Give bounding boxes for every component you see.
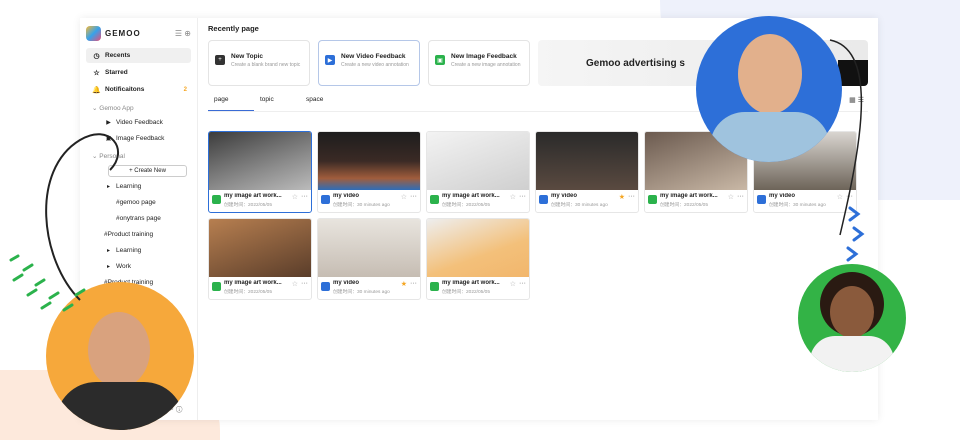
file-date: 创建时间：2022/05/05 — [442, 290, 490, 295]
create-card-new-topic[interactable]: + New Topic Create a blank brand new topic — [208, 40, 310, 86]
nav-label: Notificaitons — [105, 86, 145, 93]
card-title: New Video Feedback — [341, 53, 406, 60]
tab-page[interactable]: page — [208, 96, 254, 111]
file-name: my video — [769, 193, 796, 199]
star-icon[interactable]: ☆ — [728, 193, 734, 201]
file-name: my video — [551, 193, 578, 199]
nav-item-recents[interactable]: ◷ Recents — [86, 48, 191, 63]
nav-item-notificaitons[interactable]: 🔔 Notificaitons 2 — [86, 82, 191, 97]
file-date: 创建时间：2022/05/05 — [224, 290, 272, 295]
image-icon — [212, 195, 221, 204]
file-date: 创建时间：2022/05/05 — [224, 203, 272, 208]
file-thumbnail[interactable] — [318, 219, 420, 277]
tab-topic[interactable]: topic — [254, 96, 300, 111]
file-thumbnail[interactable] — [427, 219, 529, 277]
file-card[interactable]: my image art work... 创建时间：2022/05/05 ☆ ··· — [208, 218, 312, 300]
file-card[interactable]: my video 创建时间：30 minutes ago ☆ ··· — [317, 131, 421, 213]
more-icon[interactable]: ··· — [410, 193, 417, 200]
file-name: my image art work... — [442, 193, 500, 199]
image-icon — [212, 282, 221, 291]
image-icon — [648, 195, 657, 204]
more-icon[interactable]: ··· — [301, 280, 308, 287]
star-icon[interactable]: ☆ — [401, 193, 407, 201]
file-date: 创建时间：2022/05/05 — [660, 203, 708, 208]
file-name: my image art work... — [224, 280, 282, 286]
nav-label: Starred — [105, 69, 128, 76]
logo-text: GEMOO — [105, 28, 141, 38]
file-card[interactable]: my image art work... 创建时间：2022/05/05 ☆ ··· — [426, 131, 530, 213]
more-icon[interactable]: ··· — [519, 193, 526, 200]
file-name: my image art work... — [442, 280, 500, 286]
card-description: Create a new video annotation — [341, 62, 409, 68]
add-circle-icon[interactable]: ⊕ — [184, 29, 191, 38]
ad-text: Gemoo advertising s — [586, 58, 685, 69]
plus-icon: + — [215, 55, 225, 65]
more-icon[interactable]: ··· — [410, 280, 417, 287]
card-title: New Topic — [231, 53, 264, 60]
star-icon[interactable]: ★ — [401, 280, 407, 288]
more-icon[interactable]: ··· — [628, 193, 635, 200]
file-card[interactable]: my video 创建时间：30 minutes ago ★ ··· — [535, 131, 639, 213]
more-icon[interactable]: ··· — [519, 280, 526, 287]
card-description: Create a new image annotation — [451, 62, 521, 68]
menu-icon[interactable]: ☰ — [175, 29, 182, 38]
logo-row: GEMOO ☰ ⊕ — [86, 24, 191, 42]
file-name: my image art work... — [660, 193, 718, 199]
video-icon: ▶ — [325, 55, 335, 65]
file-thumbnail[interactable] — [209, 132, 311, 190]
file-date: 创建时间：30 minutes ago — [769, 203, 826, 208]
star-icon[interactable]: ★ — [619, 193, 625, 201]
decorative-curve — [829, 39, 863, 236]
file-name: my image art work... — [224, 193, 282, 199]
file-date: 创建时间：30 minutes ago — [333, 203, 390, 208]
star-icon[interactable]: ☆ — [510, 193, 516, 201]
file-card[interactable]: my image art work... 创建时间：2022/05/05 ☆ ··· — [208, 131, 312, 213]
create-card-new-video-feedback[interactable]: ▶ New Video Feedback Create a new video an… — [318, 40, 420, 86]
card-description: Create a blank brand new topic — [231, 62, 301, 68]
video-icon — [321, 195, 330, 204]
create-card-new-image-feedback[interactable]: ▣ New Image Feedback Create a new image an… — [428, 40, 530, 86]
file-name: my video — [333, 280, 360, 286]
card-title: New Image Feedback — [451, 53, 517, 60]
star-icon[interactable]: ☆ — [292, 193, 298, 201]
star-icon[interactable]: ☆ — [292, 280, 298, 288]
file-thumbnail[interactable] — [536, 132, 638, 190]
image-icon: ▣ — [435, 55, 445, 65]
star-icon: ☆ — [93, 69, 100, 77]
file-thumbnail[interactable] — [427, 132, 529, 190]
image-icon — [430, 195, 439, 204]
file-name: my video — [333, 193, 360, 199]
video-icon — [539, 195, 548, 204]
decorative-dashes — [9, 254, 86, 312]
nav-label: Recents — [105, 52, 131, 59]
video-icon — [757, 195, 766, 204]
tab-space[interactable]: space — [300, 96, 346, 111]
video-icon — [321, 282, 330, 291]
image-icon — [430, 282, 439, 291]
gemoo-logo-icon — [86, 25, 101, 41]
notification-count: 2 — [183, 86, 187, 93]
more-icon[interactable]: ··· — [737, 193, 744, 200]
file-date: 创建时间：2022/05/05 — [442, 203, 490, 208]
more-icon[interactable]: ··· — [301, 193, 308, 200]
file-thumbnail[interactable] — [209, 219, 311, 277]
nav-item-starred[interactable]: ☆ Starred — [86, 65, 191, 80]
clock-icon: ◷ — [93, 52, 100, 60]
star-icon[interactable]: ☆ — [510, 280, 516, 288]
file-thumbnail[interactable] — [318, 132, 420, 190]
file-card[interactable]: my video 创建时间：30 minutes ago ★ ··· — [317, 218, 421, 300]
bell-icon: 🔔 — [92, 86, 101, 94]
file-date: 创建时间：30 minutes ago — [333, 290, 390, 295]
avatar — [798, 264, 906, 372]
file-card[interactable]: my image art work... 创建时间：2022/05/05 ☆ ··· — [426, 218, 530, 300]
file-date: 创建时间：30 minutes ago — [551, 203, 608, 208]
